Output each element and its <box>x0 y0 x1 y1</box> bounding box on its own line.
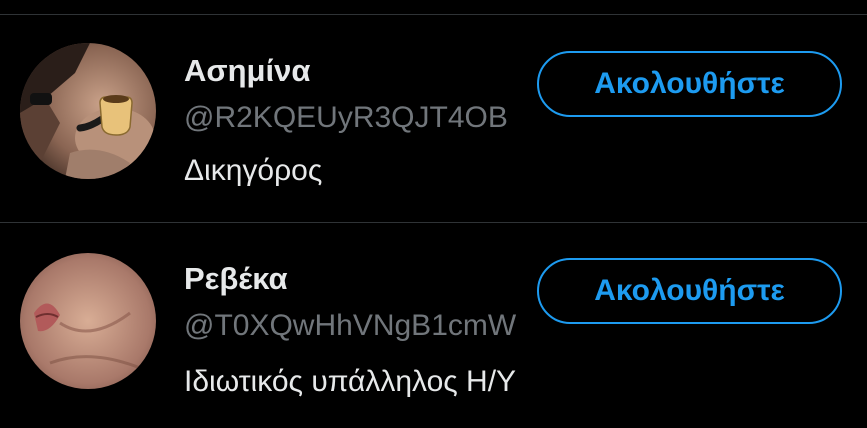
avatar-image <box>20 253 156 389</box>
user-cell[interactable]: Ρεβέκα @T0XQwHhVNgB1cmW Ιδιωτικός υπάλλη… <box>0 223 867 428</box>
user-bio: Ιδιωτικός υπάλληλος Η/Υ <box>184 365 517 398</box>
avatar-image <box>20 43 156 179</box>
user-name[interactable]: Ασημίνα <box>184 53 310 89</box>
follow-button[interactable]: Ακολουθήστε <box>537 51 842 117</box>
user-name[interactable]: Ρεβέκα <box>184 261 288 297</box>
avatar[interactable] <box>20 253 156 389</box>
follow-button[interactable]: Ακολουθήστε <box>537 258 842 324</box>
user-cell[interactable]: Ασημίνα @R2KQEUyR3QJT4OB Δικηγόρος Ακολο… <box>0 15 867 220</box>
user-handle: @T0XQwHhVNgB1cmW <box>184 309 517 342</box>
avatar[interactable] <box>20 43 156 179</box>
user-handle: @R2KQEUyR3QJT4OB <box>184 101 508 134</box>
user-bio: Δικηγόρος <box>184 154 323 187</box>
